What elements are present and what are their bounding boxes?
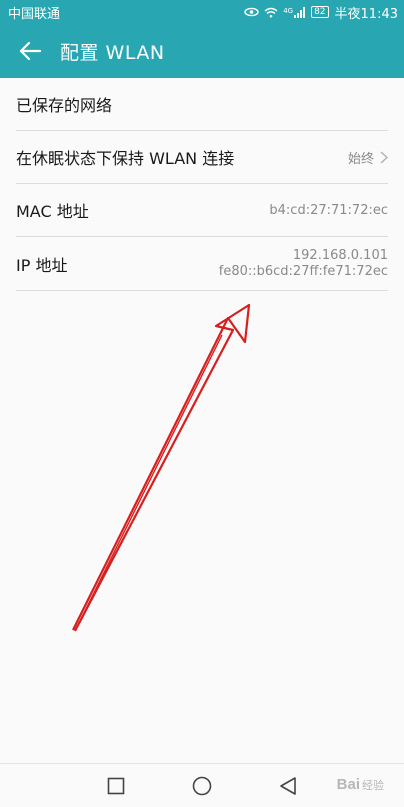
eye-comfort-icon — [244, 7, 259, 17]
app-toolbar: 配置 WLAN — [0, 24, 404, 78]
status-icons: 4G 82 半夜11:43 — [244, 3, 398, 22]
clock: 半夜11:43 — [334, 6, 398, 22]
recents-button[interactable] — [101, 771, 131, 801]
signal-icon: 4G — [283, 6, 306, 18]
saved-networks-item[interactable]: 已保存的网络 — [16, 78, 388, 131]
keep-wlan-value-text: 始终 — [347, 151, 374, 167]
saved-networks-label: 已保存的网络 — [16, 96, 113, 115]
ip-address-item: IP 地址 192.168.0.101 fe80::b6cd:27ff:fe71… — [16, 237, 388, 291]
navigation-bar — [0, 763, 404, 807]
mac-address-label: MAC 地址 — [16, 202, 89, 221]
home-button[interactable] — [187, 771, 217, 801]
square-recents-icon — [107, 777, 125, 794]
network-type: 4G — [283, 6, 294, 15]
wifi-icon — [264, 7, 278, 18]
keep-wlan-on-sleep-item[interactable]: 在休眠状态下保持 WLAN 连接 始终 — [16, 131, 388, 184]
ipv4-address: 192.168.0.101 — [292, 248, 388, 263]
ipv6-address: fe80::b6cd:27ff:fe71:72ec — [218, 264, 388, 279]
mac-address-value: b4:cd:27:71:72:ec — [269, 202, 388, 218]
nav-back-button[interactable] — [273, 771, 303, 801]
triangle-back-icon — [280, 776, 296, 795]
back-arrow-icon — [19, 41, 41, 61]
battery-icon: 82 — [311, 6, 329, 18]
carrier-name: 中国联通 — [8, 6, 61, 22]
ip-address-label: IP 地址 — [16, 255, 68, 275]
ip-address-values: 192.168.0.101 fe80::b6cd:27ff:fe71:72ec — [219, 248, 388, 279]
page-title: 配置 WLAN — [60, 41, 165, 64]
status-bar: 中国联通 4G 82 半夜11:43 — [0, 0, 404, 24]
chevron-right-icon — [380, 150, 388, 164]
back-button[interactable] — [0, 24, 60, 78]
wlan-settings-list: 已保存的网络 在休眠状态下保持 WLAN 连接 始终 MAC 地址 b4:cd:… — [0, 78, 404, 291]
keep-wlan-value: 始终 — [348, 148, 388, 167]
keep-wlan-label: 在休眠状态下保持 WLAN 连接 — [16, 149, 235, 168]
mac-address-item: MAC 地址 b4:cd:27:71:72:ec — [16, 184, 388, 237]
circle-home-icon — [192, 776, 212, 795]
